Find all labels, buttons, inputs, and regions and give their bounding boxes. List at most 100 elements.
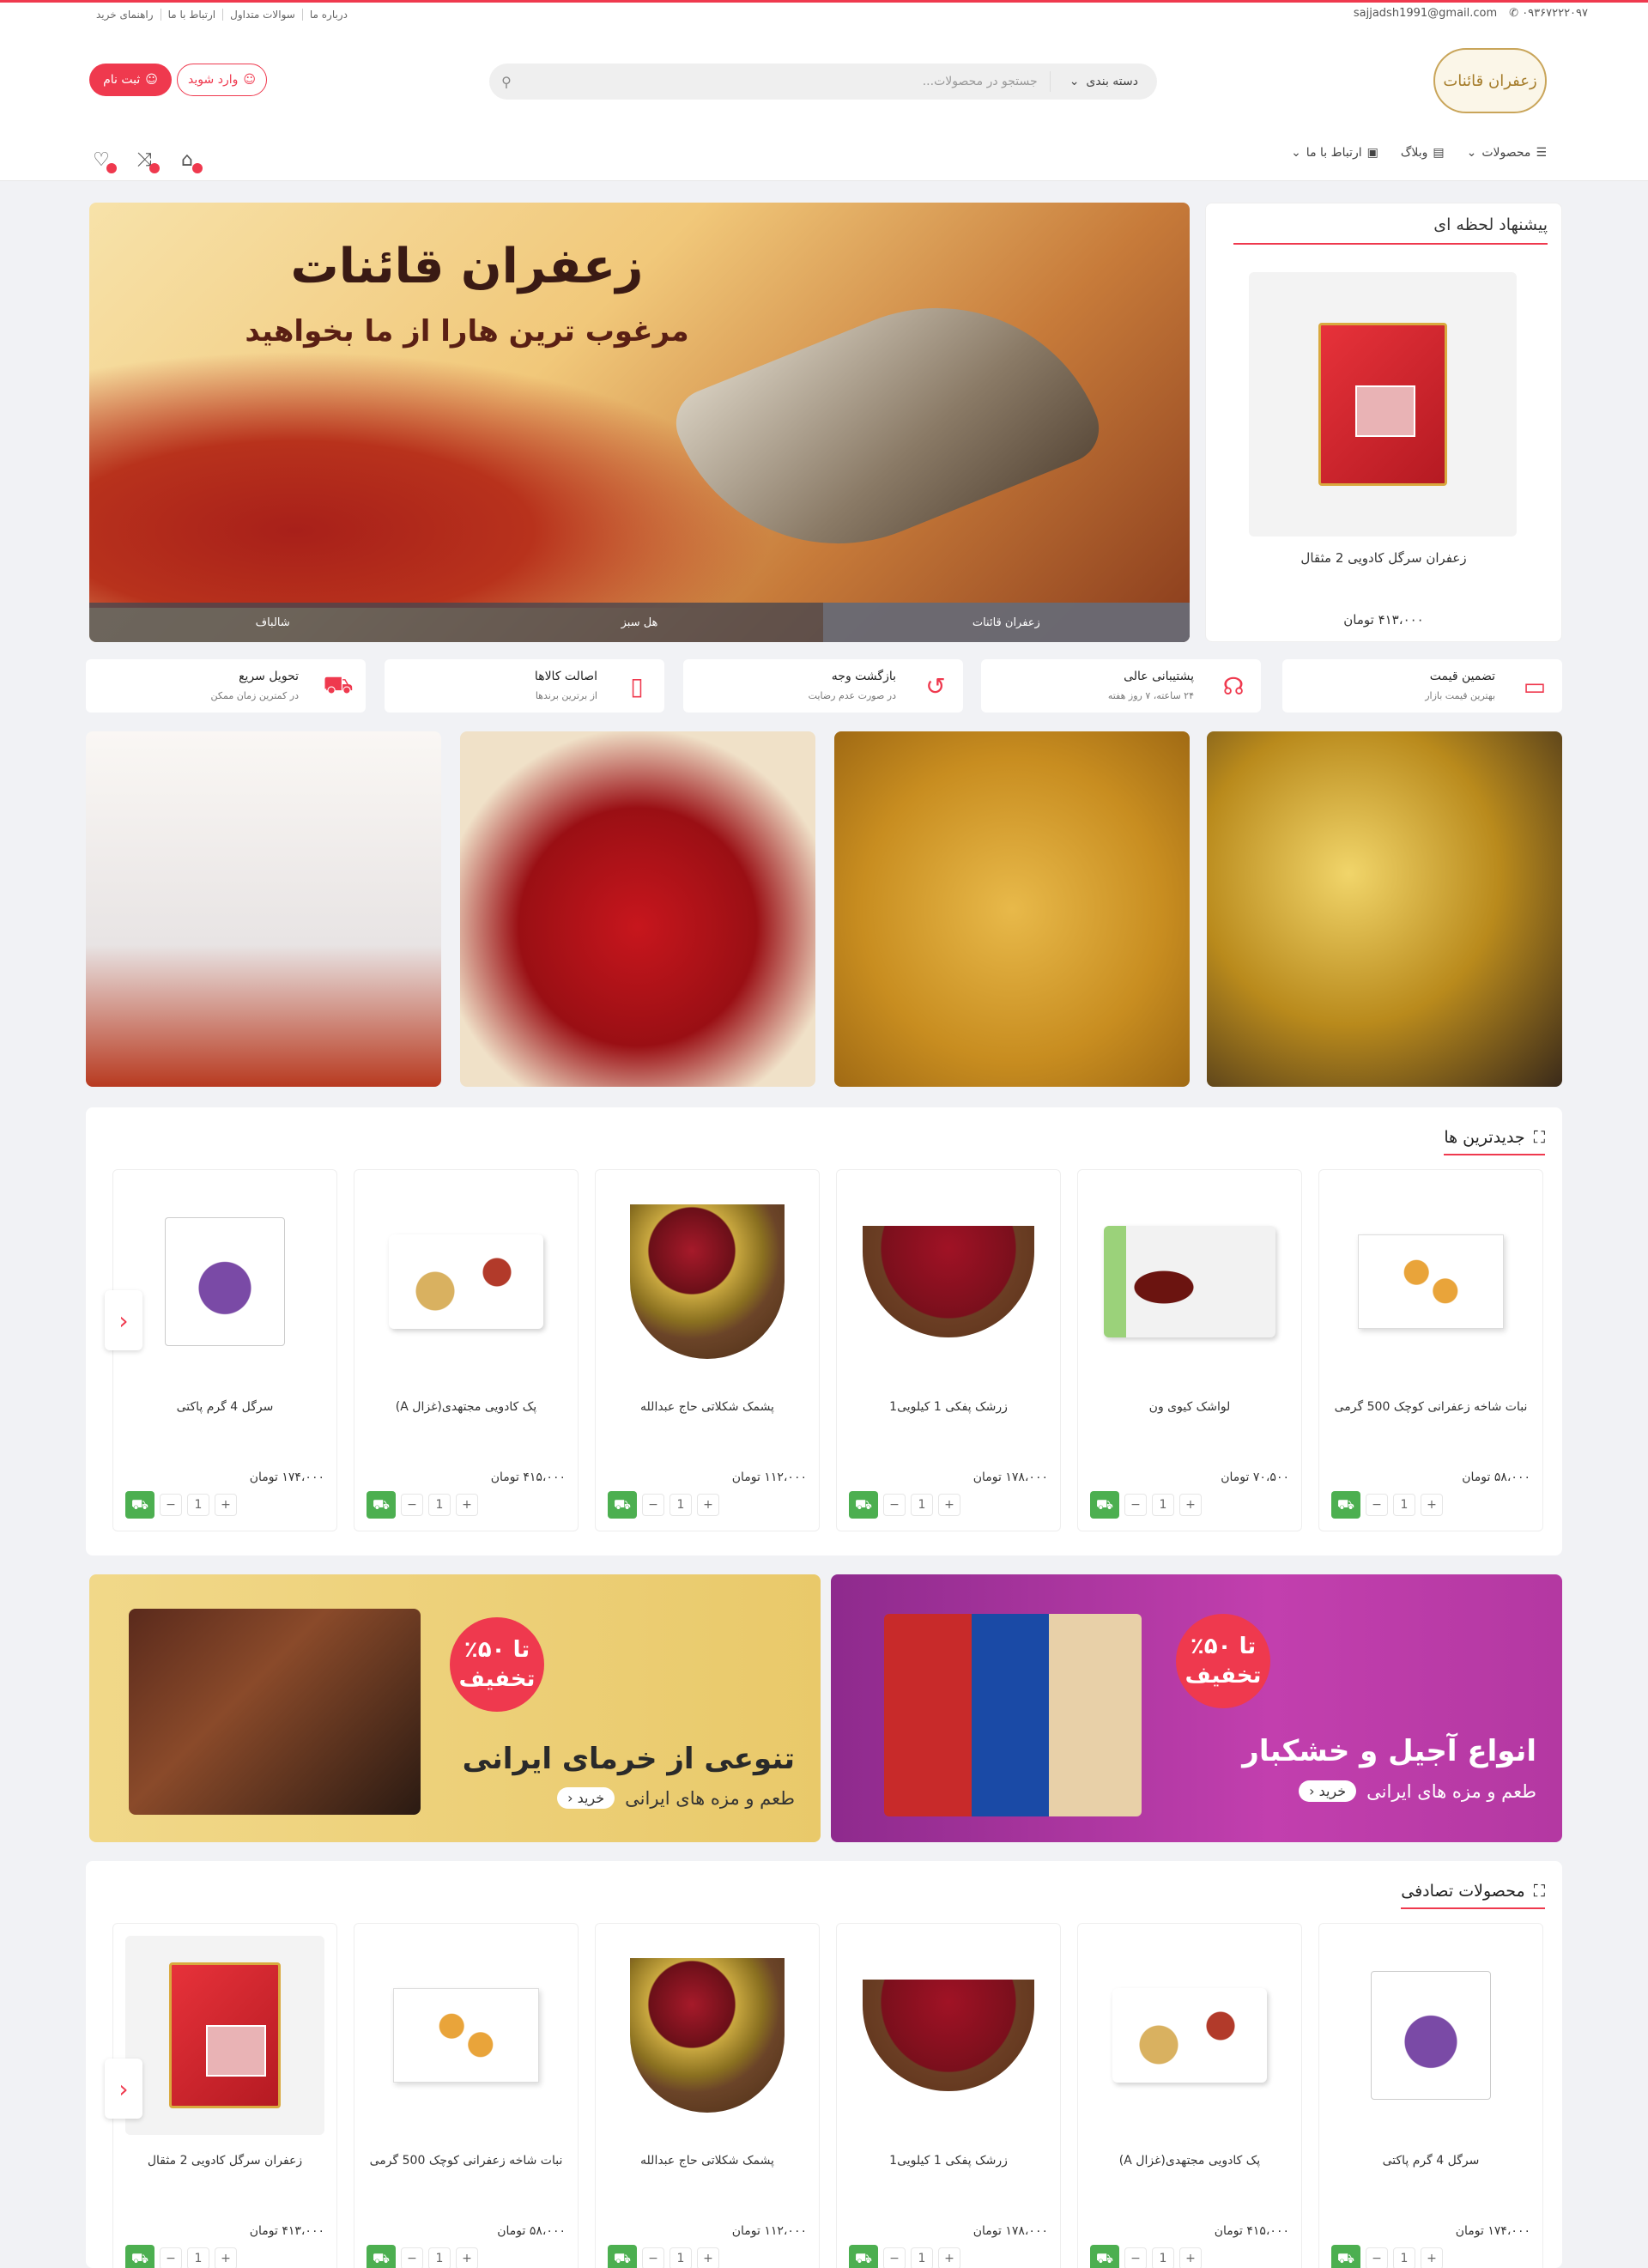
decrease-button[interactable]: −	[401, 2247, 423, 2268]
product-card[interactable]: پشمک شکلاتی حاج عبدالله ۱۱۲،۰۰۰ تومان ⛟ −…	[595, 1923, 820, 2268]
product-name[interactable]: لواشک کیوی ون	[1078, 1400, 1301, 1414]
add-to-cart-icon[interactable]: ⛟	[849, 2245, 878, 2268]
increase-button[interactable]: +	[1421, 2247, 1443, 2268]
quantity-value[interactable]: 1	[670, 2247, 692, 2268]
offer-image[interactable]	[1249, 272, 1517, 537]
product-name[interactable]: پشمک شکلاتی حاج عبدالله	[596, 1400, 819, 1414]
increase-button[interactable]: +	[215, 1494, 237, 1516]
compare-icon[interactable]: ⤨	[132, 148, 160, 173]
product-card[interactable]: سرگل 4 گرم پاکتی ۱۷۴،۰۰۰ تومان ⛟ −1 +	[112, 1169, 337, 1531]
add-to-cart-icon[interactable]: ⛟	[125, 2245, 154, 2268]
decrease-button[interactable]: −	[883, 1494, 906, 1516]
quantity-value[interactable]: 1	[428, 1494, 451, 1516]
add-to-cart-icon[interactable]: ⛟	[608, 1491, 637, 1519]
add-to-cart-icon[interactable]: ⛟	[1090, 1491, 1119, 1519]
increase-button[interactable]: +	[938, 2247, 960, 2268]
increase-button[interactable]: +	[1421, 1494, 1443, 1516]
category-select[interactable]: دسته بندی ⌄	[1049, 71, 1157, 92]
top-link-contact[interactable]: ارتباط با ما	[160, 9, 223, 21]
banner-mortar[interactable]	[1207, 731, 1562, 1087]
product-name[interactable]: زرشک پفکی 1 کیلویی1	[837, 2154, 1060, 2168]
product-name[interactable]: پشمک شکلاتی حاج عبدالله	[596, 2154, 819, 2168]
decrease-button[interactable]: −	[883, 2247, 906, 2268]
product-card[interactable]: پک کادویی مجتهدی(غزال A) ۴۱۵،۰۰۰ تومان ⛟…	[1077, 1923, 1302, 2268]
quantity-value[interactable]: 1	[670, 1494, 692, 1516]
quantity-value[interactable]: 1	[911, 2247, 933, 2268]
offer-product-name[interactable]: زعفران سرگل کادویی 2 مثقال	[1206, 550, 1561, 566]
quantity-value[interactable]: 1	[1393, 2247, 1415, 2268]
site-logo[interactable]: زعفران قائنات	[1433, 48, 1547, 113]
increase-button[interactable]: +	[456, 2247, 478, 2268]
nav-item-contact[interactable]: ▣ ارتباط با ما ⌄	[1291, 146, 1378, 160]
slider-tab[interactable]: زعفران قائنات	[822, 603, 1190, 642]
product-card[interactable]: زرشک پفکی 1 کیلویی1 ۱۷۸،۰۰۰ تومان ⛟ −1 +	[836, 1169, 1061, 1531]
product-card[interactable]: پک کادویی مجتهدی(غزال A) ۴۱۵،۰۰۰ تومان ⛟…	[354, 1169, 579, 1531]
decrease-button[interactable]: −	[642, 2247, 664, 2268]
quantity-value[interactable]: 1	[187, 2247, 209, 2268]
increase-button[interactable]: +	[215, 2247, 237, 2268]
product-card[interactable]: پشمک شکلاتی حاج عبدالله ۱۱۲،۰۰۰ تومان ⛟ −…	[595, 1169, 820, 1531]
quantity-value[interactable]: 1	[187, 1494, 209, 1516]
product-card[interactable]: زرشک پفکی 1 کیلویی1 ۱۷۸،۰۰۰ تومان ⛟ −1 +	[836, 1923, 1061, 2268]
product-name[interactable]: سرگل 4 گرم پاکتی	[113, 1400, 336, 1414]
increase-button[interactable]: +	[697, 2247, 719, 2268]
increase-button[interactable]: +	[938, 1494, 960, 1516]
increase-button[interactable]: +	[456, 1494, 478, 1516]
decrease-button[interactable]: −	[1366, 2247, 1388, 2268]
add-to-cart-icon[interactable]: ⛟	[849, 1491, 878, 1519]
heart-icon[interactable]: ♡	[89, 148, 117, 173]
top-link-faq[interactable]: سوالات متداول	[222, 9, 302, 21]
add-to-cart-icon[interactable]: ⛟	[608, 2245, 637, 2268]
carousel-prev-button[interactable]: ‹	[105, 2059, 142, 2119]
add-to-cart-icon[interactable]: ⛟	[1090, 2245, 1119, 2268]
product-card[interactable]: نبات شاخه زعفرانی کوچک 500 گرمی ۵۸،۰۰۰ ت…	[354, 1923, 579, 2268]
quantity-value[interactable]: 1	[1152, 1494, 1174, 1516]
product-card[interactable]: نبات شاخه زعفرانی کوچک 500 گرمی ۵۸،۰۰۰ ت…	[1318, 1169, 1543, 1531]
slider-tab[interactable]: هل سبز	[456, 603, 822, 642]
nav-item-blog[interactable]: ▤ وبلاگ	[1401, 146, 1445, 160]
quantity-value[interactable]: 1	[1152, 2247, 1174, 2268]
product-name[interactable]: زرشک پفکی 1 کیلویی1	[837, 1400, 1060, 1414]
banner-golsab[interactable]	[86, 731, 441, 1087]
product-name[interactable]: نبات شاخه زعفرانی کوچک 500 گرمی	[1319, 1400, 1542, 1414]
product-card[interactable]: زعفران سرگل کادویی 2 مثقال ۴۱۳،۰۰۰ تومان…	[112, 1923, 337, 2268]
add-to-cart-icon[interactable]: ⛟	[1331, 2245, 1360, 2268]
increase-button[interactable]: +	[1179, 2247, 1202, 2268]
product-name[interactable]: نبات شاخه زعفرانی کوچک 500 گرمی	[354, 2154, 578, 2168]
nav-item-products[interactable]: ☰ محصولات ⌄	[1467, 146, 1547, 160]
increase-button[interactable]: +	[697, 1494, 719, 1516]
product-card[interactable]: سرگل 4 گرم پاکتی ۱۷۴،۰۰۰ تومان ⛟ −1 +	[1318, 1923, 1543, 2268]
decrease-button[interactable]: −	[642, 1494, 664, 1516]
product-name[interactable]: پک کادویی مجتهدی(غزال A)	[354, 1400, 578, 1414]
slider-tab[interactable]: شالباف	[89, 603, 456, 642]
add-to-cart-icon[interactable]: ⛟	[125, 1491, 154, 1519]
decrease-button[interactable]: −	[160, 1494, 182, 1516]
banner-powder[interactable]	[834, 731, 1190, 1087]
search-input[interactable]: جستجو در محصولات...	[524, 75, 1050, 88]
phone-text[interactable]: ✆ ۰۹۳۶۷۲۲۲۰۹۷	[1509, 7, 1588, 20]
buy-button[interactable]: خرید ‹	[557, 1787, 615, 1809]
decrease-button[interactable]: −	[160, 2247, 182, 2268]
top-link-about[interactable]: درباره ما	[301, 9, 354, 21]
banner-gift-box[interactable]	[460, 731, 815, 1087]
product-card[interactable]: لواشک کیوی ون ۷۰،۵۰۰ تومان ⛟ −1 +	[1077, 1169, 1302, 1531]
add-to-cart-icon[interactable]: ⛟	[367, 2245, 396, 2268]
cart-icon[interactable]: ⌂	[175, 148, 203, 173]
promo-dates[interactable]: تا ۵۰٪ تخفیف تنوعی از خرمای ایرانی طعم و …	[89, 1574, 821, 1842]
login-button[interactable]: ☺ وارد شوید	[177, 64, 267, 96]
increase-button[interactable]: +	[1179, 1494, 1202, 1516]
product-name[interactable]: زعفران سرگل کادویی 2 مثقال	[113, 2154, 336, 2168]
carousel-prev-button[interactable]: ‹	[105, 1290, 142, 1350]
decrease-button[interactable]: −	[1366, 1494, 1388, 1516]
register-button[interactable]: ☺ ثبت نام	[89, 64, 172, 96]
quantity-value[interactable]: 1	[911, 1494, 933, 1516]
decrease-button[interactable]: −	[401, 1494, 423, 1516]
add-to-cart-icon[interactable]: ⛟	[367, 1491, 396, 1519]
promo-nuts[interactable]: تا ۵۰٪ تخفیف انواع آجیل و خشکبار طعم و مز…	[831, 1574, 1562, 1842]
quantity-value[interactable]: 1	[428, 2247, 451, 2268]
quantity-value[interactable]: 1	[1393, 1494, 1415, 1516]
product-name[interactable]: سرگل 4 گرم پاکتی	[1319, 2154, 1542, 2168]
buy-button[interactable]: خرید ‹	[1299, 1780, 1357, 1802]
email-text[interactable]: sajjadsh1991@gmail.com	[1354, 7, 1497, 20]
decrease-button[interactable]: −	[1124, 2247, 1147, 2268]
